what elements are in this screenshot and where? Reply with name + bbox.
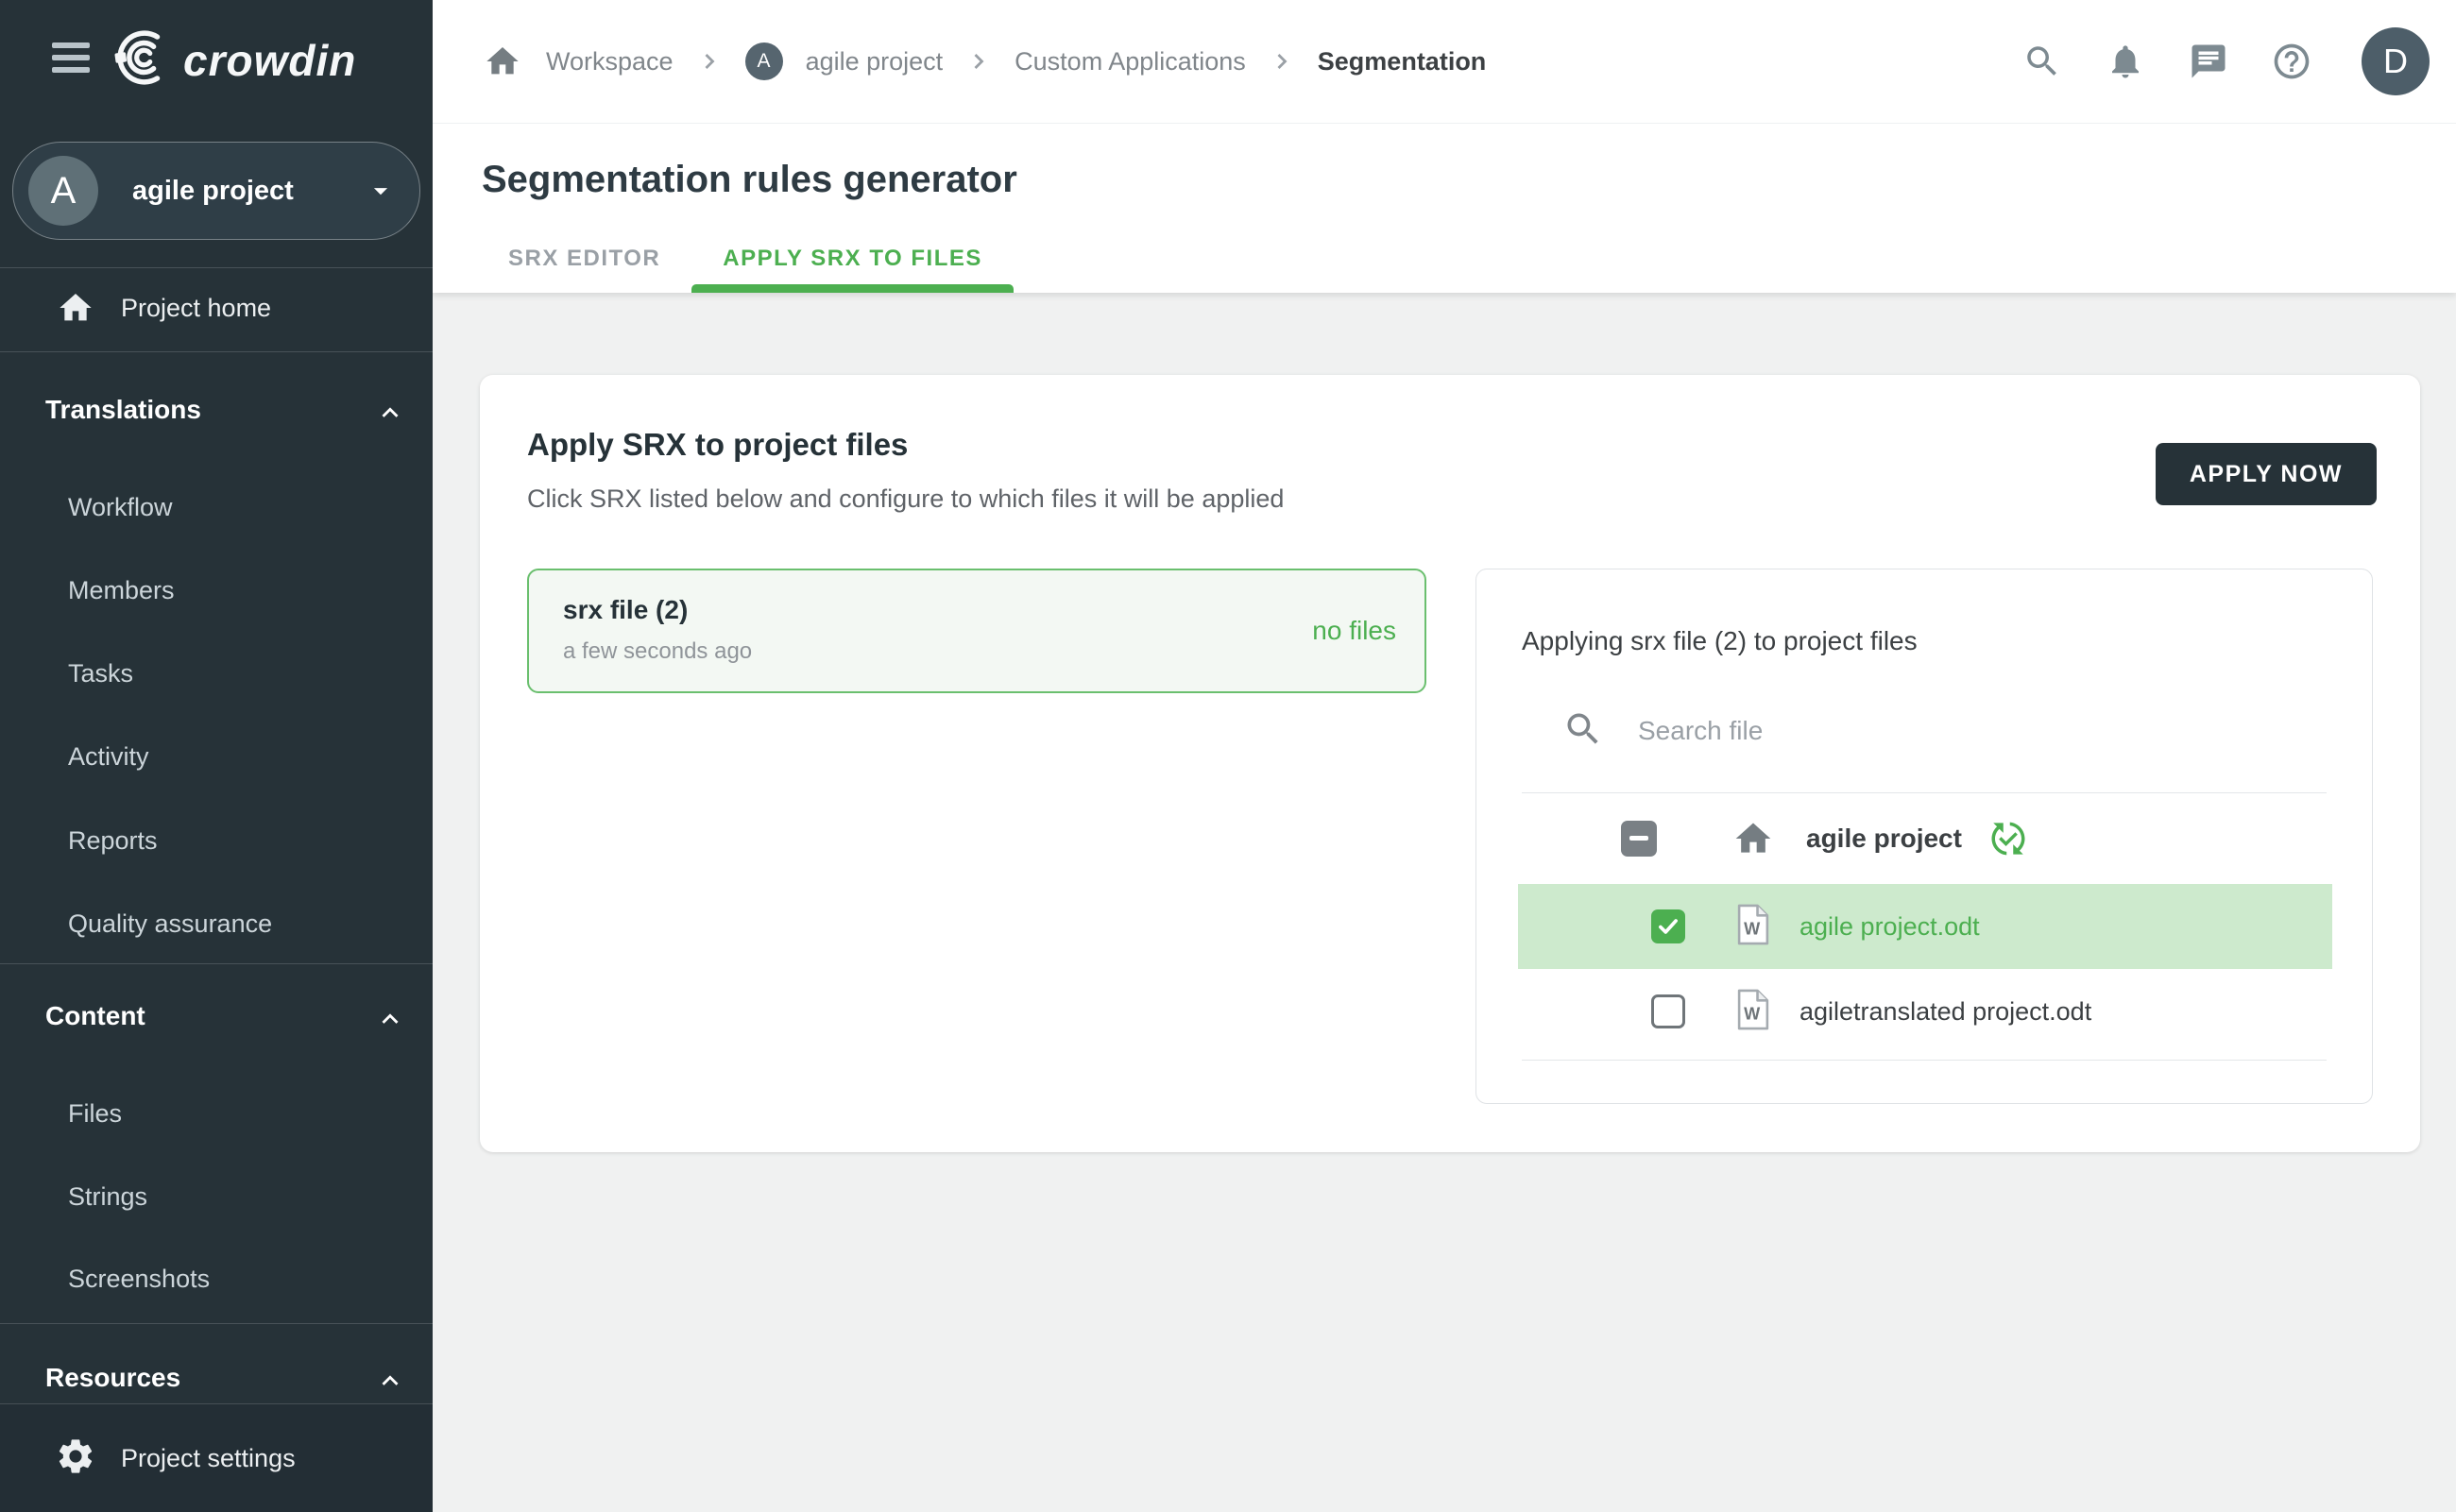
sidebar-item-project-home[interactable]: Project home bbox=[0, 279, 433, 337]
tab-label: SRX EDITOR bbox=[508, 246, 660, 272]
srx-file-status: no files bbox=[1312, 616, 1396, 646]
checkbox-checked[interactable] bbox=[1651, 909, 1685, 943]
breadcrumb-custom-applications[interactable]: Custom Applications bbox=[1015, 47, 1246, 76]
breadcrumb-workspace[interactable]: Workspace bbox=[546, 47, 674, 76]
sidebar-section-resources[interactable]: Resources bbox=[45, 1363, 180, 1393]
root-checkbox-indeterminate[interactable] bbox=[1621, 821, 1657, 857]
active-tab-underline bbox=[691, 284, 1014, 293]
page-header: Segmentation rules generator SRX EDITOR … bbox=[433, 123, 2456, 293]
sidebar-item-activity[interactable]: Activity bbox=[68, 742, 149, 772]
files-panel-title: Applying srx file (2) to project files bbox=[1522, 626, 1918, 656]
svg-text:W: W bbox=[1744, 1004, 1761, 1023]
help-icon[interactable] bbox=[2271, 41, 2312, 82]
project-avatar: A bbox=[28, 156, 98, 226]
sync-check-icon[interactable] bbox=[1988, 819, 2028, 858]
sidebar-item-label: Project settings bbox=[121, 1444, 296, 1473]
file-row-agile-project-odt[interactable]: W agile project.odt bbox=[1518, 884, 2332, 969]
sidebar-item-label: Project home bbox=[121, 294, 271, 323]
sidebar-section-translations[interactable]: Translations bbox=[45, 395, 201, 425]
file-name: agiletranslated project.odt bbox=[1799, 997, 2091, 1027]
notifications-bell-icon[interactable] bbox=[2105, 41, 2146, 82]
search-icon bbox=[1562, 708, 1604, 755]
sidebar-item-project-settings[interactable]: Project settings bbox=[0, 1403, 433, 1512]
tab-label: APPLY SRX TO FILES bbox=[723, 246, 982, 272]
srx-file-name: srx file (2) bbox=[563, 595, 688, 625]
sidebar-item-screenshots[interactable]: Screenshots bbox=[68, 1265, 210, 1294]
tab-apply-srx-to-files[interactable]: APPLY SRX TO FILES bbox=[691, 225, 1014, 293]
apply-srx-card: Apply SRX to project files Click SRX lis… bbox=[480, 375, 2420, 1152]
tab-srx-editor[interactable]: SRX EDITOR bbox=[477, 225, 691, 293]
document-file-icon: W bbox=[1735, 904, 1771, 950]
chevron-up-icon[interactable] bbox=[374, 1365, 406, 1397]
chevron-right-icon bbox=[1269, 48, 1295, 75]
sidebar: crowdin A agile project Project home Tra… bbox=[0, 0, 433, 1511]
page-title: Segmentation rules generator bbox=[482, 159, 1017, 201]
card-title: Apply SRX to project files bbox=[527, 427, 908, 463]
sidebar-divider bbox=[0, 1323, 433, 1324]
breadcrumb: Workspace A agile project Custom Applica… bbox=[482, 41, 1486, 82]
home-icon bbox=[55, 289, 96, 327]
sidebar-item-quality-assurance[interactable]: Quality assurance bbox=[68, 909, 272, 939]
file-search bbox=[1522, 702, 2327, 760]
sidebar-item-tasks[interactable]: Tasks bbox=[68, 659, 133, 688]
breadcrumb-home-icon[interactable] bbox=[482, 41, 523, 82]
chevron-up-icon[interactable] bbox=[374, 397, 406, 429]
sidebar-item-files[interactable]: Files bbox=[68, 1099, 122, 1129]
root-folder-label: agile project bbox=[1806, 824, 1962, 854]
card-subtitle: Click SRX listed below and configure to … bbox=[527, 484, 1284, 514]
sidebar-item-strings[interactable]: Strings bbox=[68, 1182, 147, 1212]
top-actions: D bbox=[2021, 27, 2430, 95]
breadcrumb-project[interactable]: agile project bbox=[806, 47, 944, 76]
messages-chat-icon[interactable] bbox=[2188, 41, 2229, 82]
files-panel: Applying srx file (2) to project files a… bbox=[1475, 569, 2373, 1104]
sidebar-item-reports[interactable]: Reports bbox=[68, 826, 158, 856]
project-selector-label: agile project bbox=[132, 176, 365, 207]
hamburger-menu-icon[interactable] bbox=[52, 42, 90, 75]
chevron-right-icon bbox=[965, 48, 992, 75]
crowdin-logo-text: crowdin bbox=[183, 35, 356, 86]
chevron-right-icon bbox=[696, 48, 723, 75]
sidebar-item-members[interactable]: Members bbox=[68, 576, 175, 605]
caret-down-icon bbox=[365, 175, 397, 207]
search-icon[interactable] bbox=[2021, 41, 2063, 82]
user-avatar[interactable]: D bbox=[2362, 27, 2430, 95]
chevron-up-icon[interactable] bbox=[374, 1003, 406, 1035]
tabs: SRX EDITOR APPLY SRX TO FILES bbox=[477, 225, 1014, 293]
file-name: agile project.odt bbox=[1799, 912, 1980, 942]
srx-file-item[interactable]: srx file (2) a few seconds ago no files bbox=[527, 569, 1426, 693]
crowdin-logo[interactable]: crowdin bbox=[113, 28, 356, 92]
panel-divider bbox=[1522, 1060, 2327, 1061]
breadcrumb-project-avatar[interactable]: A bbox=[745, 42, 783, 80]
srx-file-modified: a few seconds ago bbox=[563, 638, 752, 665]
tree-root-row: agile project bbox=[1476, 792, 2372, 884]
gear-icon bbox=[55, 1436, 96, 1482]
crowdin-logo-mark-icon bbox=[113, 28, 172, 92]
svg-text:W: W bbox=[1744, 919, 1761, 938]
breadcrumb-current-segmentation: Segmentation bbox=[1318, 47, 1487, 76]
sidebar-divider bbox=[0, 267, 433, 268]
apply-now-button[interactable]: APPLY NOW bbox=[2156, 443, 2377, 505]
checkbox-unchecked[interactable] bbox=[1651, 994, 1685, 1028]
document-file-icon: W bbox=[1735, 989, 1771, 1035]
sidebar-item-workflow[interactable]: Workflow bbox=[68, 493, 173, 522]
home-icon bbox=[1732, 818, 1774, 859]
project-selector[interactable]: A agile project bbox=[12, 142, 420, 240]
file-row-agiletranslated-project-odt[interactable]: W agiletranslated project.odt bbox=[1518, 969, 2332, 1054]
sidebar-divider bbox=[0, 351, 433, 352]
top-bar: Workspace A agile project Custom Applica… bbox=[433, 0, 2456, 124]
search-file-input[interactable] bbox=[1636, 715, 2327, 747]
sidebar-section-content[interactable]: Content bbox=[45, 1001, 145, 1031]
sidebar-divider bbox=[0, 963, 433, 964]
content-area: Apply SRX to project files Click SRX lis… bbox=[433, 293, 2456, 1511]
